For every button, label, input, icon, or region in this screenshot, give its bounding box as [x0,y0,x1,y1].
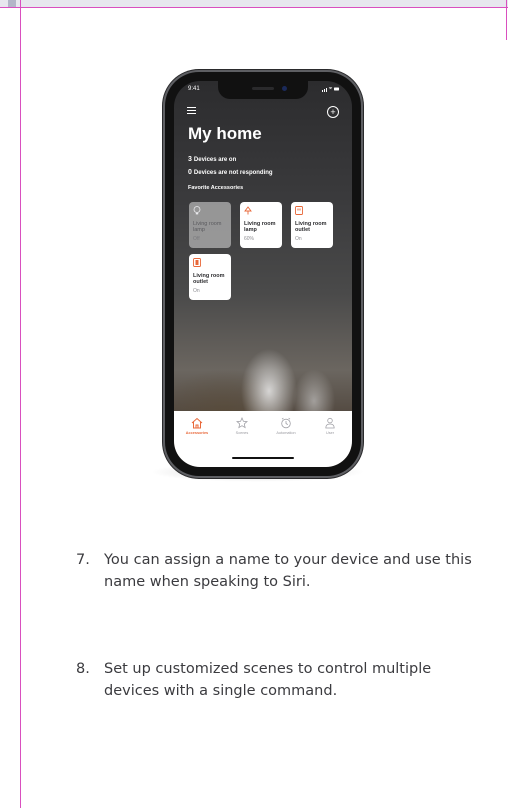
step-number: 7. [76,552,90,568]
clock-icon [281,417,291,429]
tile-state: On [193,288,200,294]
tab-label: Accessories [185,431,209,435]
phone-mockup: 9:41 + My home 3 Devices are on 0 Devices … [165,72,361,476]
tab-accessories[interactable]: Accessories [177,417,217,435]
lightbulb-icon [244,206,252,215]
not-responding-count: 0 [188,169,192,176]
star-icon [236,417,248,429]
left-guide-line [20,0,21,808]
tab-scenes[interactable]: Scenes [222,417,262,435]
tile-name: Living room lamp [193,221,222,233]
step-number: 8. [76,661,90,677]
top-guide-line [0,7,508,8]
tile-state: Off [193,236,200,242]
step-text: You can assign a name to your device and… [104,552,472,590]
top-band [0,0,508,8]
devices-on-line: 3 Devices are on [188,156,236,163]
tab-label: Automation [276,431,296,435]
devices-on-label: Devices are on [193,157,237,163]
not-responding-label: Devices are not responding [193,170,273,176]
tab-bar: Accessories Scenes Automation User [174,411,352,467]
house-icon [191,417,203,429]
step-8: 8. Set up customized scenes to control m… [76,658,476,702]
accessory-tile[interactable]: Living room outlet On [291,202,333,248]
tile-name: Living room outlet [193,273,225,285]
accessory-tile[interactable]: Living room outlet On [189,254,231,300]
signal-wifi-battery-icon [322,86,340,94]
step-text: Set up customized scenes to control mult… [104,661,432,699]
user-icon [325,417,335,429]
tab-automation[interactable]: Automation [266,417,306,435]
accessory-tile[interactable]: Living room lamp 60% [240,202,282,248]
accessory-tile[interactable]: Living room lamp Off [189,202,231,248]
status-time: 9:41 [188,86,200,92]
menu-icon[interactable] [187,107,196,114]
right-guide-line [506,0,507,40]
devices-on-count: 3 [188,156,192,163]
page-title: My home [188,124,262,143]
tab-label: Scenes [235,431,249,435]
home-indicator [232,457,294,459]
tile-state: 60% [244,236,255,242]
lightbulb-icon [193,206,201,215]
tile-name: Living room lamp [244,221,276,233]
tile-state: On [295,236,302,242]
tile-name: Living room outlet [295,221,327,233]
outlet-icon [295,206,303,215]
phone-screen: 9:41 + My home 3 Devices are on 0 Devices … [174,81,352,467]
front-camera [282,86,287,91]
tab-user[interactable]: User [310,417,350,435]
not-responding-line: 0 Devices are not responding [188,169,273,176]
section-label: Favorite Accessories [188,185,244,191]
step-7: 7. You can assign a name to your device … [76,549,476,593]
tab-label: User [325,431,335,435]
speaker-grille [252,87,274,90]
top-band-marker [8,0,16,7]
phone-notch [218,81,308,99]
outlet-icon [193,258,201,267]
add-icon[interactable]: + [327,106,339,118]
